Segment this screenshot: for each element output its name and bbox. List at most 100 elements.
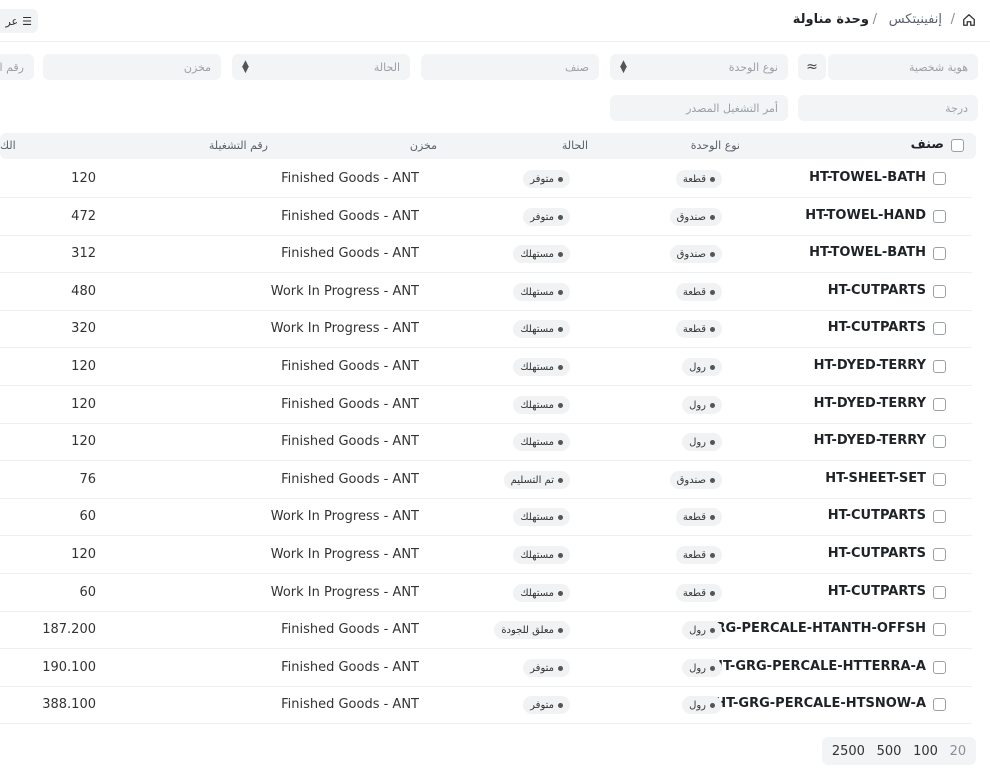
unit-type-pill: قطعة	[675, 283, 722, 301]
row-checkbox[interactable]	[933, 661, 946, 674]
row-checkbox[interactable]	[933, 698, 946, 711]
unit-type-text: رول	[689, 624, 706, 636]
unit-type-pill: صندوق	[669, 245, 722, 263]
column-header-status[interactable]: الحالة	[562, 139, 588, 152]
unit-type-text: قطعة	[682, 511, 706, 523]
list-icon: ☰	[22, 14, 32, 28]
status-text: مستهلك	[520, 248, 554, 260]
cell-warehouse: Work In Progress - ANT	[270, 321, 419, 336]
column-header-item[interactable]: صنف	[911, 137, 944, 152]
breadcrumb-separator: /	[872, 12, 877, 27]
unit-type-pill: قطعة	[675, 584, 722, 602]
cell-qty: 76	[79, 472, 96, 487]
grade-filter[interactable]: درجة	[798, 95, 978, 121]
table-row[interactable]: HT-CUTPARTS قطعة مستهلك Work In Progress - …	[0, 498, 972, 536]
cell-item[interactable]: HT-CUTPARTS	[716, 320, 926, 335]
table-row[interactable]: HT-TOWEL-BATH صندوق مستهلك Finished Goods -…	[0, 235, 972, 273]
row-checkbox[interactable]	[933, 473, 946, 486]
row-checkbox[interactable]	[933, 172, 946, 185]
status-text: مستهلك	[520, 511, 554, 523]
dot-icon	[558, 702, 563, 708]
row-checkbox[interactable]	[933, 285, 946, 298]
cell-item[interactable]: HT-SHEET-SET	[716, 471, 926, 486]
cell-item[interactable]: HT-DYED-TERRY	[716, 396, 926, 411]
row-checkbox[interactable]	[933, 210, 946, 223]
unit-type-text: قطعة	[682, 587, 706, 599]
row-checkbox[interactable]	[933, 360, 946, 373]
page-size-20[interactable]: 20	[947, 744, 970, 759]
cell-item[interactable]: HT-CUTPARTS	[716, 584, 926, 599]
column-header-batch[interactable]: رقم التشغيلة	[209, 139, 268, 152]
menu-button[interactable]: عر ☰	[0, 9, 38, 33]
source-work-order-filter[interactable]: أمر التشغيل المصدر	[610, 95, 788, 121]
table-row[interactable]: HT-CUTPARTS قطعة مستهلك Work In Progress - …	[0, 574, 972, 612]
table-row[interactable]: HT-TOWEL-BATH قطعة متوفر Finished Goods - A…	[0, 160, 972, 198]
status-pill: معلق للجودة	[494, 621, 570, 639]
row-checkbox[interactable]	[933, 510, 946, 523]
cell-item[interactable]: HT-DYED-TERRY	[716, 358, 926, 373]
row-checkbox[interactable]	[933, 398, 946, 411]
status-pill: مستهلك	[513, 283, 570, 301]
status-pill: مستهلك	[513, 245, 570, 263]
row-checkbox[interactable]	[933, 548, 946, 561]
page-size-2500[interactable]: 2500	[829, 744, 868, 759]
cell-item[interactable]: HT-GRG-PERCALE-HTSNOW-A	[716, 696, 926, 711]
table-row[interactable]: HT-CUTPARTS قطعة مستهلك Work In Progress - …	[0, 273, 972, 311]
table-row[interactable]: HT-DYED-TERRY رول مستهلك Finished Goods - A…	[0, 348, 972, 386]
cell-item-text: HT-CUTPARTS	[827, 546, 926, 561]
cell-qty: 120	[71, 397, 96, 412]
warehouse-filter[interactable]: مخزن	[43, 54, 221, 80]
column-header-unit-type[interactable]: نوع الوحدة	[691, 139, 740, 152]
id-filter[interactable]: هوية شخصية	[828, 54, 978, 80]
status-pill: مستهلك	[513, 508, 570, 526]
row-checkbox[interactable]	[933, 623, 946, 636]
row-checkbox[interactable]	[933, 322, 946, 335]
home-icon[interactable]	[962, 13, 976, 27]
table-row[interactable]: HT-DYED-TERRY رول مستهلك Finished Goods - A…	[0, 386, 972, 424]
cell-item-text: RG-PERCALE-HTANTH-OFFSH	[716, 621, 926, 636]
row-checkbox[interactable]	[933, 586, 946, 599]
unit-type-text: قطعة	[682, 173, 706, 185]
column-header-qty[interactable]: الك	[0, 139, 16, 152]
dot-icon	[710, 402, 715, 408]
table-row[interactable]: HT-DYED-TERRY رول مستهلك Finished Goods - A…	[0, 423, 972, 461]
row-checkbox[interactable]	[933, 247, 946, 260]
dot-icon	[558, 665, 563, 671]
breadcrumb-parent[interactable]: إنفينيتكس	[889, 12, 942, 27]
table-row[interactable]: HT-GRG-PERCALE-HTSNOW-A رول متوفر Finished …	[0, 686, 972, 724]
column-header-warehouse[interactable]: مخزن	[410, 139, 437, 152]
table-row[interactable]: HT-CUTPARTS قطعة مستهلك Work In Progress - …	[0, 310, 972, 348]
item-filter[interactable]: صنف	[421, 54, 599, 80]
cell-item[interactable]: HT-CUTPARTS	[716, 283, 926, 298]
table-row[interactable]: IT-GRG-PERCALE-HTTERRA-A رول متوفر Finished…	[0, 649, 972, 687]
table-row[interactable]: HT-SHEET-SET صندوق تم التسليم Finished Good…	[0, 461, 972, 499]
cell-qty: 480	[71, 284, 96, 299]
row-checkbox[interactable]	[933, 435, 946, 448]
cell-qty: 120	[71, 434, 96, 449]
page-size-500[interactable]: 500	[874, 744, 905, 759]
cell-item-text: HT-SHEET-SET	[825, 471, 926, 486]
cell-item[interactable]: HT-TOWEL-HAND	[716, 208, 926, 223]
page-size-100[interactable]: 100	[910, 744, 941, 759]
dot-icon	[710, 326, 715, 332]
cell-item[interactable]: HT-CUTPARTS	[716, 546, 926, 561]
select-all-checkbox[interactable]	[951, 139, 964, 152]
unit-type-text: رول	[689, 662, 706, 674]
cell-item[interactable]: HT-TOWEL-BATH	[716, 170, 926, 185]
table-row[interactable]: RG-PERCALE-HTANTH-OFFSH رول معلق للجودة Fin…	[0, 611, 972, 649]
cell-warehouse: Work In Progress - ANT	[270, 509, 419, 524]
table-row[interactable]: HT-TOWEL-HAND صندوق متوفر Finished Goods - …	[0, 198, 972, 236]
cell-item[interactable]: HT-TOWEL-BATH	[716, 245, 926, 260]
cell-item[interactable]: RG-PERCALE-HTANTH-OFFSH	[716, 621, 926, 636]
table-row[interactable]: HT-CUTPARTS قطعة مستهلك Work In Progress - …	[0, 536, 972, 574]
cell-item[interactable]: HT-CUTPARTS	[716, 508, 926, 523]
unit-type-filter[interactable]: نوع الوحدة ▲ ▼	[610, 54, 788, 80]
cell-item[interactable]: HT-DYED-TERRY	[716, 433, 926, 448]
cell-item-text: IT-GRG-PERCALE-HTTERRA-A	[718, 659, 926, 674]
status-pill: مستهلك	[513, 546, 570, 564]
approx-icon[interactable]: ≈	[798, 54, 826, 80]
batch-filter[interactable]: رقم الت	[0, 54, 34, 80]
cell-item[interactable]: IT-GRG-PERCALE-HTTERRA-A	[716, 659, 926, 674]
cell-item-text: HT-CUTPARTS	[827, 283, 926, 298]
status-filter[interactable]: الحالة ▲ ▼	[232, 54, 410, 80]
